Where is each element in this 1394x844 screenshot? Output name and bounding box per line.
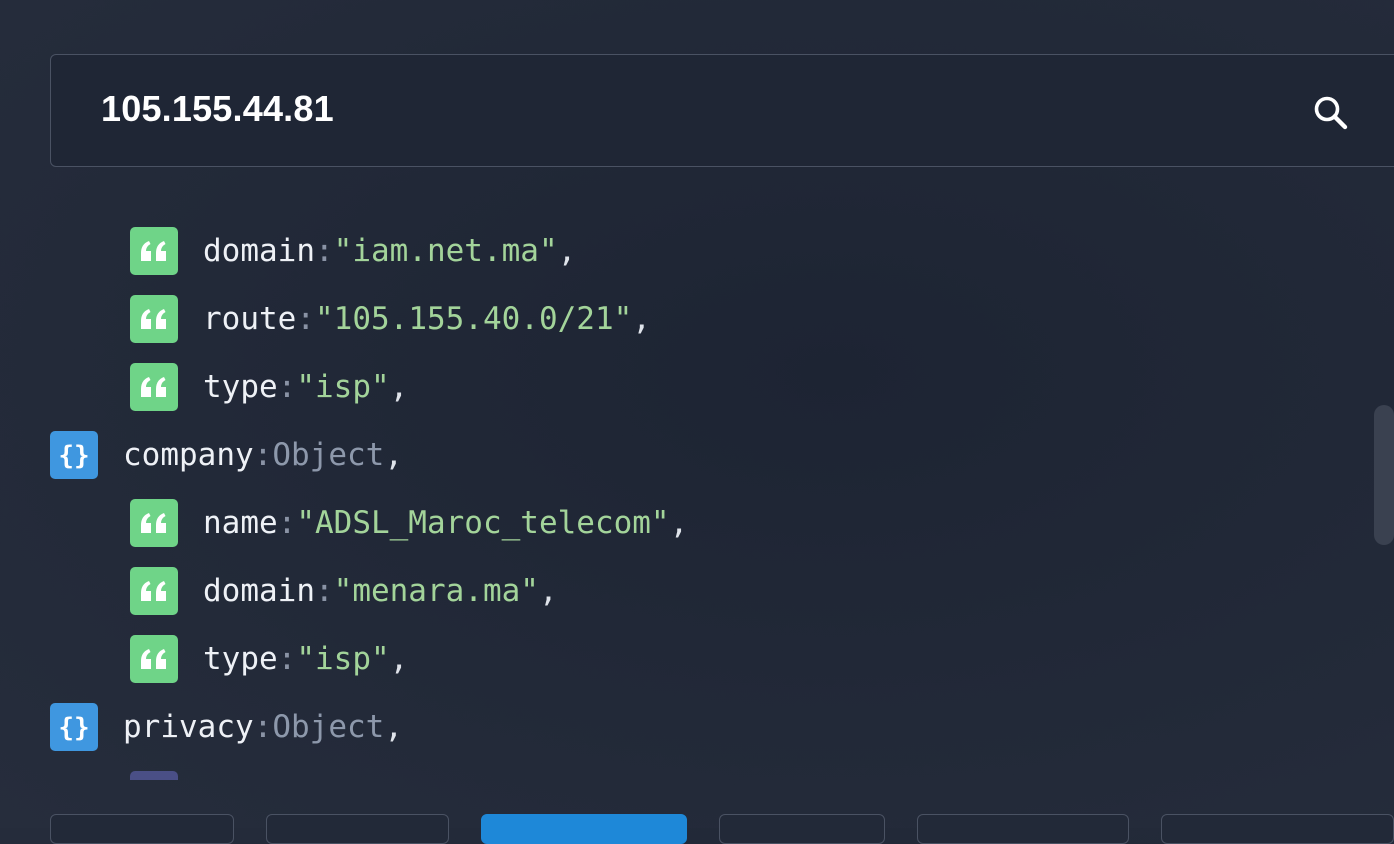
json-comma: , [389, 369, 409, 405]
json-comma: , [669, 505, 689, 541]
json-comma: , [538, 573, 558, 609]
json-colon: : [314, 573, 334, 609]
string-type-quote-icon [130, 499, 178, 547]
json-row-string: domain: "iam.net.ma", [130, 227, 576, 275]
json-row-string: name: "ADSL_Maroc_telecom", [130, 499, 688, 547]
json-key: type [203, 641, 278, 677]
json-comma: , [384, 437, 403, 473]
json-string-value: "iam.net.ma" [333, 233, 558, 269]
json-row-string: route: "105.155.40.0/21", [130, 295, 651, 343]
json-row-string: domain: "menara.ma", [130, 567, 558, 615]
json-colon: : [277, 641, 297, 677]
json-string-value: "isp" [296, 641, 390, 677]
json-string-value: "ADSL_Maroc_telecom" [296, 505, 670, 541]
json-colon: : [314, 233, 334, 269]
search-bar[interactable]: 105.155.44.81 [50, 54, 1394, 167]
json-row-object[interactable]: {} privacy: Object, [50, 703, 403, 751]
bottom-tab-button-6[interactable] [1161, 814, 1394, 844]
bottom-tab-button-4[interactable] [719, 814, 885, 844]
json-key: domain [203, 233, 315, 269]
json-object-value: Object [272, 709, 385, 745]
type-badge-icon [130, 771, 178, 780]
string-type-quote-icon [130, 295, 178, 343]
bottom-tab-button-1[interactable] [50, 814, 234, 844]
string-type-quote-icon [130, 567, 178, 615]
json-row-partial [130, 771, 203, 780]
json-string-value: "menara.ma" [333, 573, 539, 609]
search-icon[interactable] [1311, 93, 1351, 133]
json-row-string: type: "isp", [130, 635, 408, 683]
bottom-tab-button-2[interactable] [266, 814, 449, 844]
json-colon: : [277, 505, 297, 541]
json-colon: : [277, 369, 297, 405]
object-type-braces-icon[interactable]: {} [50, 431, 98, 479]
json-comma: , [557, 233, 577, 269]
string-type-quote-icon [130, 363, 178, 411]
json-colon: : [253, 709, 273, 745]
svg-text:{}: {} [58, 441, 89, 470]
svg-text:{}: {} [58, 713, 89, 742]
scrollbar-thumb[interactable] [1374, 405, 1394, 545]
json-row-object[interactable]: {} company: Object, [50, 431, 403, 479]
json-key: privacy [123, 709, 254, 745]
json-string-value: "105.155.40.0/21" [315, 301, 633, 337]
json-string-value: "isp" [296, 369, 390, 405]
json-comma: , [384, 709, 403, 745]
json-colon: : [253, 437, 273, 473]
bottom-tab-button-5[interactable] [917, 814, 1129, 844]
json-key: company [123, 437, 254, 473]
json-colon: : [296, 301, 315, 337]
object-type-braces-icon[interactable]: {} [50, 703, 98, 751]
json-key: name [203, 505, 278, 541]
json-comma: , [632, 301, 651, 337]
string-type-quote-icon [130, 227, 178, 275]
search-input[interactable]: 105.155.44.81 [101, 88, 334, 130]
json-key: domain [203, 573, 315, 609]
json-comma: , [389, 641, 409, 677]
json-key: route [203, 301, 297, 337]
json-row-string: type: "isp", [130, 363, 408, 411]
bottom-tab-button-3-active[interactable] [481, 814, 687, 844]
string-type-quote-icon [130, 635, 178, 683]
json-object-value: Object [272, 437, 385, 473]
json-key: type [203, 369, 278, 405]
json-tree-view: domain: "iam.net.ma", route: "105.155.40.0… [0, 200, 1342, 780]
